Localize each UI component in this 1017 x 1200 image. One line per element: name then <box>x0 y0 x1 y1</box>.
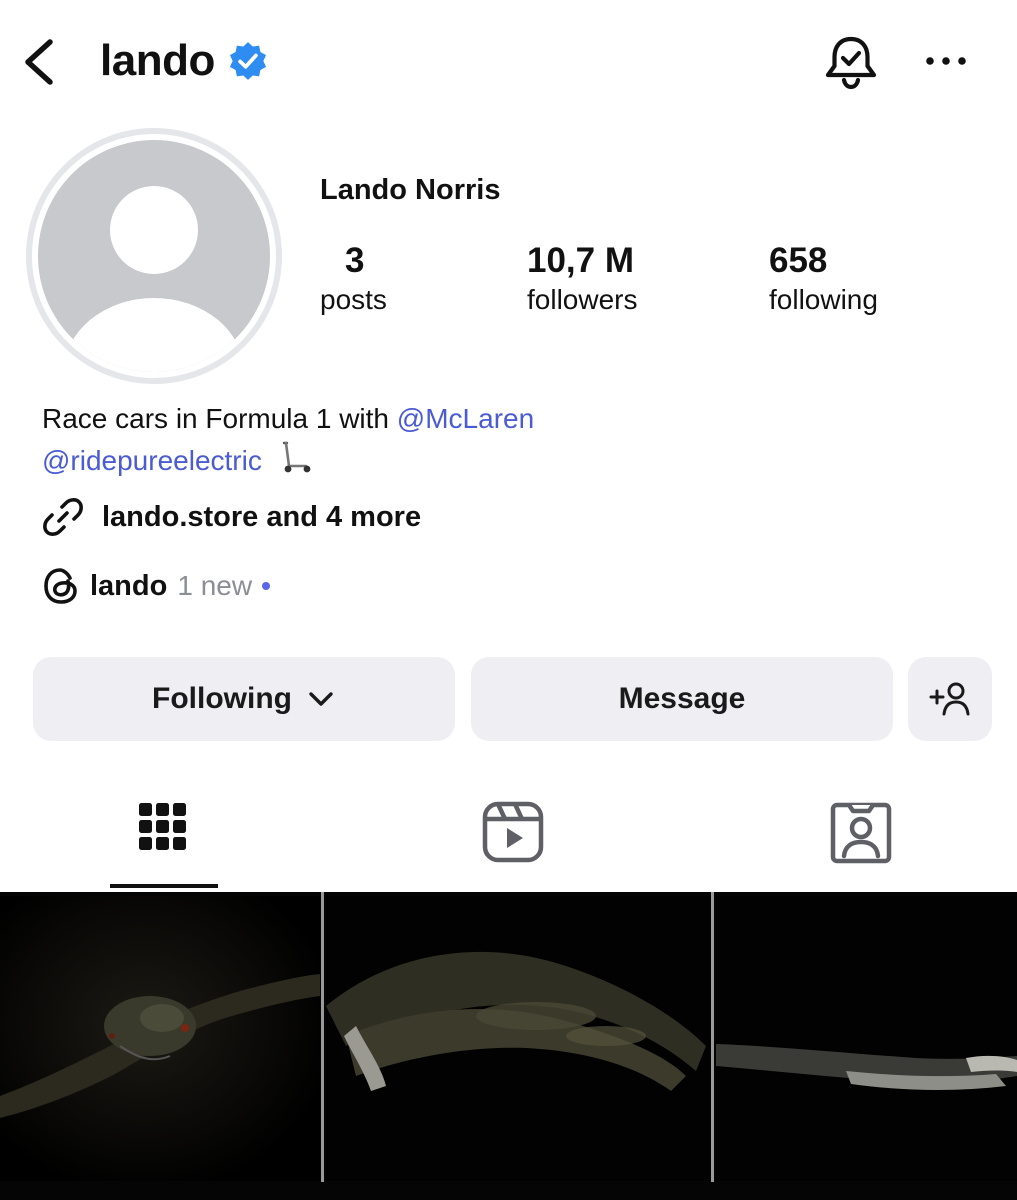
following-button-label: Following <box>152 682 292 715</box>
message-button[interactable]: Message <box>471 657 893 741</box>
followers-count-value: 10,7 M <box>527 241 634 280</box>
grid-icon <box>139 803 186 850</box>
tab-tagged[interactable] <box>808 790 914 890</box>
snake-photo <box>0 896 320 1181</box>
followers-count-label: followers <box>527 284 638 315</box>
grid-divider <box>711 892 714 1182</box>
default-avatar-icon <box>38 140 270 372</box>
snake-photo <box>716 896 1017 1181</box>
tab-reels[interactable] <box>460 790 566 890</box>
threads-username: lando <box>90 569 168 602</box>
verified-badge-icon <box>229 42 266 80</box>
username-title-wrap: lando <box>100 36 269 86</box>
threads-new-count: 1 new <box>177 570 253 601</box>
message-button-label: Message <box>618 682 746 715</box>
add-person-icon <box>929 682 970 716</box>
post-thumbnail-2[interactable] <box>326 896 712 1181</box>
post-thumbnail-1[interactable] <box>0 896 320 1181</box>
active-tab-indicator <box>110 884 218 888</box>
tagged-icon <box>830 802 892 864</box>
profile-avatar[interactable] <box>26 128 282 384</box>
profile-header: lando <box>0 0 1017 120</box>
posts-count-value: 3 <box>345 241 365 280</box>
kick-scooter-icon <box>282 441 311 473</box>
posts-count[interactable]: 3 posts <box>320 240 387 318</box>
more-options-button[interactable] <box>920 46 972 76</box>
reels-icon <box>482 801 544 863</box>
snake-photo <box>326 896 712 1181</box>
notifications-button[interactable] <box>822 32 880 92</box>
new-indicator-dot <box>262 582 271 590</box>
profile-full-name: Lando Norris <box>320 174 501 206</box>
mention-mclaren[interactable]: @McLaren <box>397 403 534 434</box>
back-button[interactable] <box>18 34 62 90</box>
following-count[interactable]: 658 following <box>769 240 878 318</box>
chevron-down-icon <box>309 692 333 706</box>
post-thumbnail-3[interactable] <box>716 896 1017 1181</box>
threads-badge[interactable]: lando 1 new <box>42 566 271 606</box>
bell-check-icon <box>825 36 877 90</box>
chevron-left-icon <box>25 39 53 85</box>
link-icon <box>43 498 83 536</box>
suggested-accounts-button[interactable] <box>908 657 992 741</box>
mention-ridepureelectric[interactable]: @ridepureelectric <box>42 445 262 476</box>
followers-count[interactable]: 10,7 M followers <box>527 240 637 318</box>
username-title: lando <box>100 36 215 85</box>
following-count-label: following <box>769 284 878 315</box>
grid-divider <box>321 892 324 1182</box>
more-horizontal-icon <box>926 57 966 65</box>
bio-text: Race cars in Formula 1 with <box>42 403 390 434</box>
following-button[interactable]: Following <box>33 657 455 741</box>
posts-count-label: posts <box>320 284 387 315</box>
profile-tabs <box>0 790 1017 892</box>
threads-icon <box>44 568 77 604</box>
following-count-value: 658 <box>769 241 828 280</box>
tab-posts-grid[interactable] <box>110 790 218 890</box>
profile-bio: Race cars in Formula 1 with @McLaren @ri… <box>42 398 942 482</box>
external-links[interactable]: lando.store and 4 more <box>40 494 421 540</box>
external-links-label: lando.store and 4 more <box>102 500 422 533</box>
posts-grid <box>0 892 1017 1200</box>
